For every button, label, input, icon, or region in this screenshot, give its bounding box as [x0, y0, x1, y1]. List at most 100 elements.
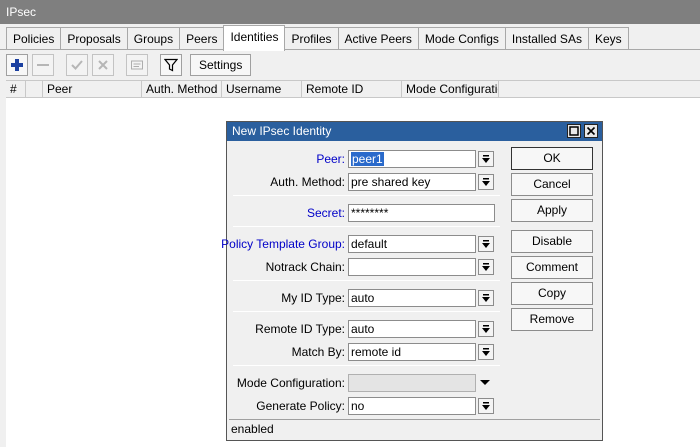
tab-peers[interactable]: Peers: [179, 27, 225, 50]
mode-configuration-select[interactable]: [348, 374, 476, 392]
divider: [233, 280, 500, 281]
x-icon: [98, 60, 108, 70]
column-header-number[interactable]: #: [6, 81, 26, 97]
my-id-type-dropdown-button[interactable]: [478, 290, 494, 306]
column-header-username[interactable]: Username: [222, 81, 302, 97]
tab-installed-sas[interactable]: Installed SAs: [504, 27, 589, 50]
policy-template-group-dropdown-button[interactable]: [478, 236, 494, 252]
disable-button[interactable]: [92, 54, 114, 76]
auth-method-row: Auth. Method: pre shared key: [227, 173, 502, 193]
column-header-remote-id[interactable]: Remote ID: [302, 81, 402, 97]
tab-keys[interactable]: Keys: [587, 27, 629, 50]
check-icon: [71, 60, 83, 70]
close-icon: [586, 126, 596, 136]
ok-button[interactable]: OK: [511, 147, 593, 170]
copy-button[interactable]: Copy: [511, 282, 593, 305]
chevron-down-icon: [482, 155, 490, 163]
chevron-down-icon: [480, 380, 490, 385]
tab-policies[interactable]: Policies: [6, 27, 62, 50]
match-by-dropdown-button[interactable]: [478, 344, 494, 360]
peer-row: Peer: peer1: [227, 150, 502, 170]
column-header-peer[interactable]: Peer: [43, 81, 142, 97]
maximize-button[interactable]: [567, 124, 581, 138]
mode-configuration-dropdown-button[interactable]: [478, 375, 494, 391]
remote-id-type-dropdown-button[interactable]: [478, 321, 494, 337]
table-header: # Peer Auth. Method Username Remote ID M…: [6, 80, 700, 98]
chevron-down-icon: [482, 348, 490, 356]
add-button[interactable]: [6, 54, 28, 76]
close-button[interactable]: [584, 124, 598, 138]
tab-mode-configs[interactable]: Mode Configs: [417, 27, 506, 50]
window-title: IPsec: [0, 0, 700, 24]
chevron-down-icon: [482, 240, 490, 248]
column-header-mode-configuration[interactable]: Mode Configuration: [402, 81, 499, 97]
notrack-chain-dropdown-button[interactable]: [478, 259, 494, 275]
divider: [233, 311, 500, 312]
settings-button[interactable]: Settings: [190, 54, 252, 76]
tab-identities[interactable]: Identities: [223, 25, 286, 51]
secret-row: Secret: ********: [227, 204, 502, 224]
secret-input[interactable]: ********: [348, 204, 495, 222]
generate-policy-dropdown-button[interactable]: [478, 398, 494, 414]
filter-button[interactable]: [160, 54, 182, 76]
filter-icon: [164, 58, 178, 72]
tab-active-peers[interactable]: Active Peers: [337, 27, 419, 50]
comment-button[interactable]: Comment: [511, 256, 593, 279]
divider: [233, 195, 500, 196]
dialog-title: New IPsec Identity: [232, 124, 332, 138]
column-header-flags[interactable]: [26, 81, 43, 97]
chevron-down-icon: [482, 178, 490, 186]
toolbar: Settings: [6, 54, 255, 76]
mode-configuration-label: Mode Configuration:: [236, 376, 345, 390]
notrack-chain-label: Notrack Chain:: [265, 260, 345, 274]
chevron-down-icon: [482, 263, 490, 271]
notrack-chain-select[interactable]: [348, 258, 476, 276]
remote-id-type-label: Remote ID Type:: [255, 322, 345, 336]
tab-groups[interactable]: Groups: [126, 27, 181, 50]
disable-button[interactable]: Disable: [511, 230, 593, 253]
plus-icon: [11, 59, 23, 71]
chevron-down-icon: [482, 325, 490, 333]
generate-policy-label: Generate Policy:: [256, 399, 345, 413]
match-by-label: Match By:: [291, 345, 345, 359]
peer-label: Peer:: [316, 152, 345, 166]
my-id-type-select[interactable]: auto: [348, 289, 476, 307]
match-by-row: Match By: remote id: [227, 343, 502, 363]
comment-button[interactable]: [126, 54, 148, 76]
my-id-type-label: My ID Type:: [281, 291, 345, 305]
auth-method-label: Auth. Method:: [270, 175, 345, 189]
apply-button[interactable]: Apply: [511, 199, 593, 222]
chevron-down-icon: [482, 402, 490, 410]
enable-button[interactable]: [66, 54, 88, 76]
remove-button[interactable]: [32, 54, 54, 76]
maximize-icon: [569, 126, 579, 136]
peer-select[interactable]: peer1: [348, 150, 476, 168]
divider: [233, 365, 500, 366]
remote-id-type-select[interactable]: auto: [348, 320, 476, 338]
my-id-type-row: My ID Type: auto: [227, 289, 502, 309]
remote-id-type-row: Remote ID Type: auto: [227, 320, 502, 340]
peer-dropdown-button[interactable]: [478, 151, 494, 167]
auth-method-select[interactable]: pre shared key: [348, 173, 476, 191]
peer-value: peer1: [351, 152, 384, 166]
notrack-chain-row: Notrack Chain:: [227, 258, 502, 278]
tab-profiles[interactable]: Profiles: [284, 27, 339, 50]
generate-policy-row: Generate Policy: no: [227, 397, 502, 417]
dialog-titlebar[interactable]: New IPsec Identity: [227, 122, 602, 141]
status-bar: enabled: [229, 419, 600, 438]
chevron-down-icon: [482, 294, 490, 302]
match-by-select[interactable]: remote id: [348, 343, 476, 361]
tab-bar: Policies Proposals Groups Peers Identiti…: [6, 25, 629, 51]
policy-template-group-label: Policy Template Group:: [221, 237, 345, 251]
remove-button[interactable]: Remove: [511, 308, 593, 331]
auth-method-dropdown-button[interactable]: [478, 174, 494, 190]
policy-template-group-row: Policy Template Group: default: [221, 235, 502, 255]
comment-icon: [131, 60, 143, 70]
tab-divider: [0, 49, 700, 50]
column-header-auth-method[interactable]: Auth. Method: [142, 81, 222, 97]
policy-template-group-select[interactable]: default: [348, 235, 476, 253]
tab-proposals[interactable]: Proposals: [60, 27, 128, 50]
cancel-button[interactable]: Cancel: [511, 173, 593, 196]
new-ipsec-identity-dialog: New IPsec Identity Peer: peer1 Auth. Met…: [221, 121, 603, 441]
generate-policy-select[interactable]: no: [348, 397, 476, 415]
